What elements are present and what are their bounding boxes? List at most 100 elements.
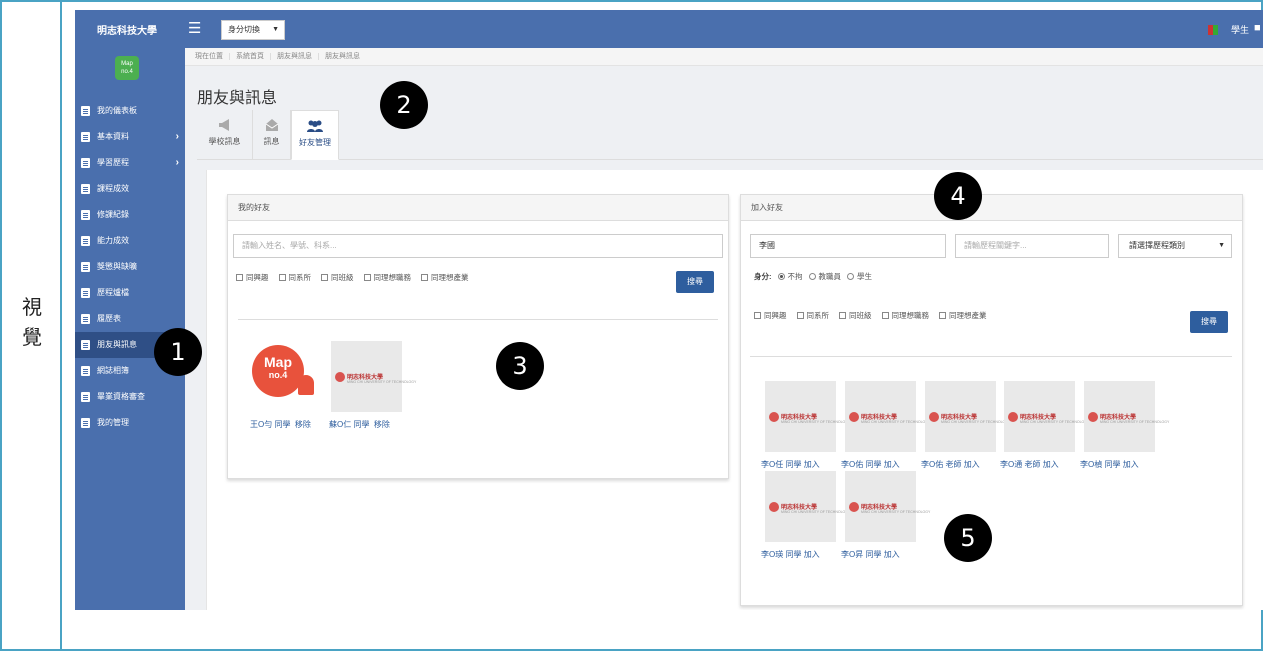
panel-title: 加入好友	[741, 195, 1242, 221]
sidebar-item[interactable]: 獎懲與缺曠	[75, 254, 185, 280]
document-icon	[81, 262, 90, 272]
checkbox[interactable]	[278, 274, 286, 281]
radio-label: 教職員	[818, 272, 842, 281]
flag-icon[interactable]	[1208, 25, 1218, 35]
sidebar-item[interactable]: 修課紀錄	[75, 202, 185, 228]
keyword-input[interactable]: 請輸歷程關鍵字...	[955, 234, 1109, 258]
sidebar-item-label: 基本資料	[97, 132, 129, 141]
result-name-link[interactable]: 李O佑 同學	[841, 460, 881, 469]
checkbox[interactable]	[881, 312, 889, 319]
school-logo-subtext: MING CHI UNIVERSITY OF TECHNOLOGY	[861, 420, 931, 424]
friend-name-link[interactable]: 蘇O仁 同學	[329, 420, 369, 429]
school-logo-icon	[769, 412, 779, 422]
category-select[interactable]: 請選擇歷程類別 ▼	[1118, 234, 1232, 258]
remove-friend-link[interactable]: 移除	[374, 420, 390, 429]
result-avatar[interactable]: 明志科技大學 MING CHI UNIVERSITY OF TECHNOLOGY	[845, 381, 930, 452]
add-friend-link[interactable]: 加入	[964, 460, 980, 469]
filter-label: 同理想產業	[431, 273, 469, 282]
radio-button[interactable]	[847, 273, 854, 280]
top-bar: 明志科技大學 ☰ 身分切換 ▼ 學生 ■	[75, 10, 1263, 48]
breadcrumb: 現在位置 系統首頁 朋友與訊息 朋友與訊息	[185, 48, 1263, 66]
panel-title: 我的好友	[228, 195, 728, 221]
sidebar-item-label: 朋友與訊息	[97, 340, 137, 349]
my-friends-search-button[interactable]: 搜尋	[676, 271, 714, 293]
radio-button[interactable]	[777, 273, 785, 280]
result-name-link[interactable]: 李O任 同學	[761, 460, 801, 469]
lock-icon[interactable]: ■	[1254, 22, 1261, 34]
school-logo-icon	[1008, 412, 1018, 422]
friend-avatar-school[interactable]: 明志科技大學 MING CHI UNIVERSITY OF TECHNOLOGY	[331, 341, 416, 412]
sidebar-item[interactable]: 基本資料 ›	[75, 124, 185, 150]
user-role-label[interactable]: 學生	[1231, 23, 1249, 36]
friend-name-link[interactable]: 王O勻 同學	[250, 420, 290, 429]
breadcrumb-item[interactable]: 系統首頁	[236, 53, 271, 60]
category-select-label: 請選擇歷程類別	[1129, 241, 1185, 250]
school-logo-icon	[1088, 412, 1098, 422]
result-avatar[interactable]: 明志科技大學 MING CHI UNIVERSITY OF TECHNOLOGY	[765, 471, 850, 542]
sidebar-item[interactable]: 歷程爐檔	[75, 280, 185, 306]
map-logo[interactable]: Map no.4	[115, 56, 139, 80]
users-icon	[307, 120, 323, 132]
add-friend-link[interactable]: 加入	[1123, 460, 1139, 469]
tab-messages[interactable]: 訊息	[253, 110, 291, 160]
add-friends-search-button[interactable]: 搜尋	[1190, 311, 1228, 333]
side-label-char-2: 覺	[22, 325, 42, 349]
sidebar-item[interactable]: 畢業資格審查	[75, 384, 185, 410]
menu-toggle-icon[interactable]: ☰	[188, 21, 201, 36]
document-icon	[81, 418, 90, 428]
map-logo: Map no.4	[252, 345, 304, 397]
result-name-link[interactable]: 李O通 老師	[1000, 460, 1040, 469]
checkbox[interactable]	[421, 274, 428, 281]
checkbox[interactable]	[754, 312, 761, 319]
breadcrumb-item[interactable]: 朋友與訊息	[325, 53, 366, 60]
remove-friend-link[interactable]: 移除	[295, 420, 311, 429]
school-logo-subtext: MING CHI UNIVERSITY OF TECHNOLOGY	[781, 510, 851, 514]
result-entry: 李O瑛 同學 加入	[761, 549, 820, 560]
callout-badge-1: 1	[154, 328, 202, 376]
add-friend-link[interactable]: 加入	[884, 460, 900, 469]
friend-search-input[interactable]: 請輸入姓名、學號、科系...	[233, 234, 723, 258]
result-avatar[interactable]: 明志科技大學 MING CHI UNIVERSITY OF TECHNOLOGY	[765, 381, 850, 452]
add-friend-link[interactable]: 加入	[884, 550, 900, 559]
add-friend-link[interactable]: 加入	[804, 460, 820, 469]
sidebar-item[interactable]: 履歷表	[75, 306, 185, 332]
result-name-link[interactable]: 李O昇 同學	[841, 550, 881, 559]
result-name-link[interactable]: 李O楨 同學	[1080, 460, 1120, 469]
friend-avatar-map[interactable]: Map no.4	[250, 341, 321, 412]
friend-entry: 蘇O仁 同學 移除	[329, 419, 390, 430]
caret-down-icon: ▼	[1218, 242, 1225, 249]
content-area: 我的好友 請輸入姓名、學號、科系... 同興趣 同系所 同班級 同理想職務 同理想產業 …	[206, 170, 1263, 610]
add-friend-link[interactable]: 加入	[1043, 460, 1059, 469]
checkbox[interactable]	[236, 274, 243, 281]
filter-label: 同興趣	[246, 273, 269, 282]
checkbox[interactable]	[321, 274, 328, 281]
tab-friend-management[interactable]: 好友管理	[291, 110, 339, 160]
sidebar-item-label: 畢業資格審查	[97, 392, 145, 401]
sidebar-item[interactable]: 課程成效	[75, 176, 185, 202]
radio-button[interactable]	[808, 273, 816, 280]
breadcrumb-item[interactable]: 朋友與訊息	[277, 53, 319, 60]
result-name-link[interactable]: 李O瑛 同學	[761, 550, 801, 559]
identity-switch-select[interactable]: 身分切換 ▼	[221, 20, 285, 40]
document-icon	[81, 106, 90, 116]
checkbox[interactable]	[939, 312, 946, 319]
result-avatar[interactable]: 明志科技大學 MING CHI UNIVERSITY OF TECHNOLOGY	[925, 381, 1010, 452]
checkbox[interactable]	[363, 274, 371, 281]
brand-name[interactable]: 明志科技大學	[97, 22, 157, 37]
result-name-link[interactable]: 李O佑 老師	[921, 460, 961, 469]
add-friend-link[interactable]: 加入	[804, 550, 820, 559]
envelope-icon	[265, 119, 278, 131]
sidebar-item[interactable]: 我的儀表板	[75, 98, 185, 124]
checkbox[interactable]	[839, 312, 846, 319]
sidebar-item[interactable]: 學習歷程 ›	[75, 150, 185, 176]
sidebar-item[interactable]: 我的管理	[75, 410, 185, 436]
checkbox[interactable]	[796, 312, 804, 319]
result-avatar[interactable]: 明志科技大學 MING CHI UNIVERSITY OF TECHNOLOGY	[1004, 381, 1089, 452]
result-avatar[interactable]: 明志科技大學 MING CHI UNIVERSITY OF TECHNOLOGY	[1084, 381, 1169, 452]
page-title: 朋友與訊息	[197, 90, 278, 107]
tab-school-messages[interactable]: 學校訊息	[197, 110, 253, 160]
side-label: 視 覺	[2, 292, 62, 352]
result-avatar[interactable]: 明志科技大學 MING CHI UNIVERSITY OF TECHNOLOGY	[845, 471, 930, 542]
friend-name-input[interactable]: 李國	[750, 234, 946, 258]
sidebar-item[interactable]: 能力成效	[75, 228, 185, 254]
